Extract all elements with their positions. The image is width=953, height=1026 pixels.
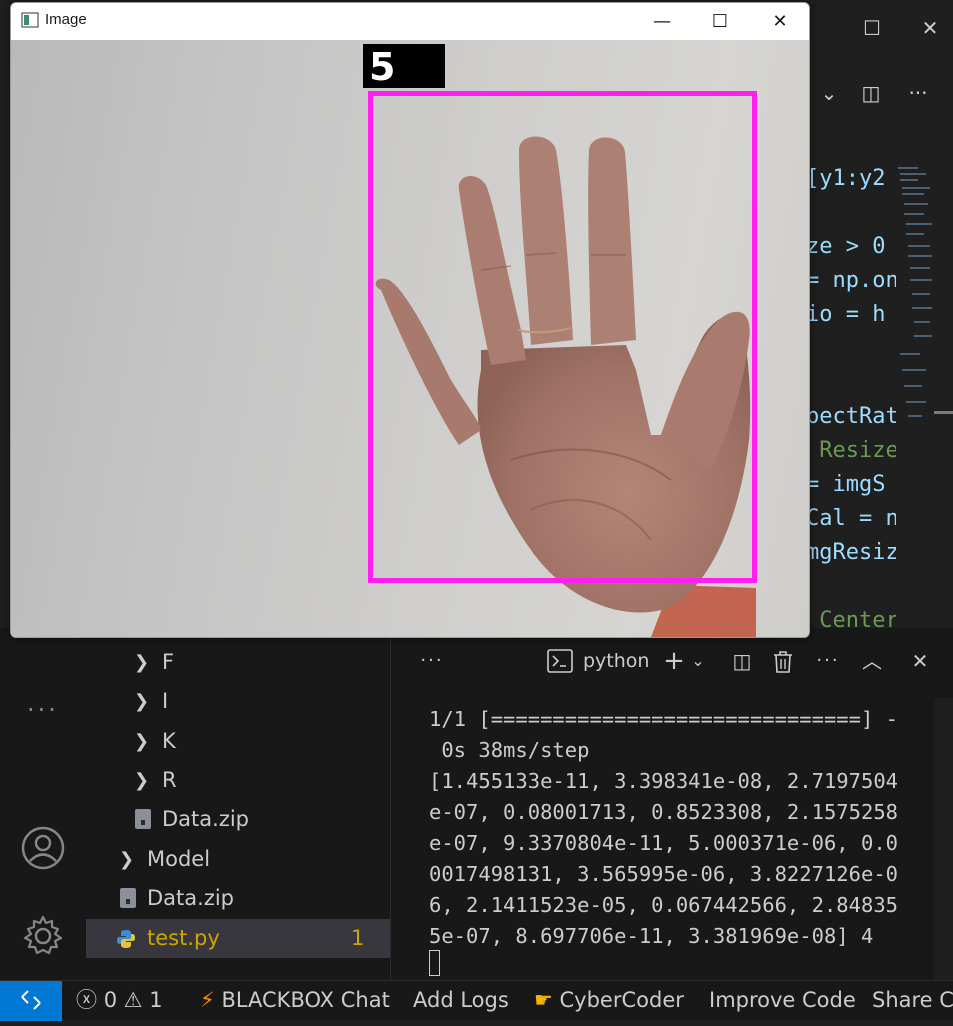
code-line: = imgS	[806, 472, 886, 497]
status-bar: ⓧ 0 ⚠ 1 ⚡ BLACKBOX Chat Add Logs ☛ Cyber…	[0, 980, 953, 1021]
code-line: ze > 0	[806, 234, 886, 259]
tree-item-label: test.py	[147, 926, 220, 950]
tree-item-label: K	[162, 729, 176, 753]
code-line: [y1:y2	[806, 166, 886, 191]
code-lines: [y1:y2 ze > 0 = np.on io = h pectRat Res…	[806, 150, 896, 628]
maximize-button[interactable]: ☐	[691, 3, 749, 40]
code-line: Resize	[806, 438, 896, 463]
terminal-line: 5e-07, 8.697706e-11, 3.381969e-08] 4	[429, 924, 874, 948]
error-icon: ⓧ	[76, 988, 97, 1012]
gear-icon[interactable]	[21, 914, 65, 958]
chevron-right-icon: ❯	[134, 652, 150, 673]
terminal-line: e-07, 0.08001713, 0.8523308, 2.1575258	[429, 800, 898, 824]
problem-count-badge: 1	[351, 926, 365, 950]
chevron-down-icon[interactable]: ⌄	[814, 76, 844, 110]
hand-bounding-box	[368, 91, 757, 583]
lightning-icon: ⚡	[200, 988, 215, 1012]
more-icon[interactable]: ···	[0, 696, 86, 724]
terminal-cursor	[429, 950, 440, 976]
tree-folder-k[interactable]: ❯ K	[86, 722, 390, 761]
tree-folder-model[interactable]: ❯ Model	[86, 840, 390, 879]
warning-count: 1	[149, 988, 163, 1012]
code-line: Cal = n	[806, 506, 896, 531]
pointing-hand-icon: ☛	[534, 988, 553, 1012]
add-terminal-icon[interactable]: +	[659, 642, 689, 680]
prediction-label: 5	[363, 44, 445, 89]
explorer-panel: ❯ F ❯ I ❯ K ❯ R Data.zip ❯ Model Data.zi…	[86, 628, 390, 980]
problems-status[interactable]: ⓧ 0 ⚠ 1	[76, 981, 163, 1021]
tree-item-label: F	[162, 650, 175, 674]
python-icon	[117, 930, 135, 948]
blackbox-chat-button[interactable]: ⚡ BLACKBOX Chat	[200, 981, 390, 1021]
tree-item-label: Data.zip	[147, 886, 235, 910]
terminal-line: 6, 2.1411523e-05, 0.067442566, 2.84835	[429, 893, 898, 917]
tree-folder-i[interactable]: ❯ I	[86, 682, 390, 721]
zip-file-icon	[135, 809, 151, 829]
minimap[interactable]	[896, 163, 934, 423]
close-panel-icon[interactable]: ✕	[905, 642, 935, 680]
tree-item-label: Data.zip	[162, 807, 250, 831]
remote-icon	[21, 990, 41, 1010]
terminal-line: e-07, 9.3370804e-11, 5.000371e-06, 0.0	[429, 831, 898, 855]
add-logs-button[interactable]: Add Logs	[413, 981, 509, 1021]
zip-file-icon	[120, 888, 136, 908]
image-window-title: Image	[45, 11, 87, 28]
cybercoder-label: CyberCoder	[559, 988, 684, 1012]
terminal-line: [1.455133e-11, 3.398341e-08, 2.7197504	[429, 769, 898, 793]
editor-scrollbar[interactable]	[934, 163, 953, 628]
tree-item-label: R	[162, 768, 177, 792]
code-line: io = h	[806, 302, 886, 327]
vscode-maximize-button[interactable]: ☐	[852, 16, 892, 40]
editor-toolbar: ⌄ ◫ ···	[806, 76, 953, 116]
terminal-scrollbar[interactable]	[934, 698, 953, 980]
tree-folder-f[interactable]: ❯ F	[86, 643, 390, 682]
terminal-line: 0017498131, 3.565995e-06, 3.8227126e-0	[429, 862, 898, 886]
tree-folder-r[interactable]: ❯ R	[86, 761, 390, 800]
terminal-output[interactable]: 1/1 [==============================] - 0…	[429, 704, 929, 952]
tree-file-data-zip[interactable]: Data.zip	[86, 800, 390, 839]
split-terminal-icon[interactable]: ◫	[727, 642, 757, 680]
code-line: Center	[806, 608, 896, 628]
image-window-titlebar[interactable]: Image — ☐ ✕	[11, 3, 809, 40]
more-icon[interactable]: ···	[417, 642, 447, 680]
chevron-down-icon[interactable]: ⌄	[687, 642, 709, 680]
terminal-shell-label[interactable]: python	[583, 642, 649, 680]
terminal-line: 0s 38ms/step	[429, 738, 590, 762]
improve-code-button[interactable]: Improve Code	[709, 981, 856, 1021]
more-actions-icon[interactable]: ···	[813, 642, 843, 680]
blackbox-label: BLACKBOX Chat	[221, 988, 390, 1012]
chevron-right-icon: ❯	[134, 770, 150, 791]
split-editor-icon[interactable]: ◫	[856, 76, 886, 110]
close-button[interactable]: ✕	[751, 3, 809, 40]
minimize-button[interactable]: —	[633, 3, 691, 40]
terminal-panel: ··· python + ⌄ ◫ ··· ︿ ✕ 1/1 [==========…	[390, 628, 953, 980]
account-icon[interactable]	[21, 826, 65, 870]
terminal-icon	[547, 649, 573, 673]
maximize-panel-icon[interactable]: ︿	[857, 642, 887, 680]
tree-item-label: I	[162, 689, 169, 713]
cybercoder-button[interactable]: ☛ CyberCoder	[534, 981, 684, 1021]
chevron-right-icon: ❯	[134, 731, 150, 752]
tree-file-data-zip[interactable]: Data.zip	[86, 879, 390, 918]
tree-item-label: Model	[147, 847, 211, 871]
warning-icon: ⚠	[123, 988, 143, 1012]
terminal-header: ··· python + ⌄ ◫ ··· ︿ ✕	[391, 642, 953, 680]
share-code-button[interactable]: Share Co	[872, 981, 953, 1021]
error-count: 0	[103, 988, 118, 1012]
chevron-right-icon: ❯	[119, 849, 135, 870]
more-actions-icon[interactable]: ···	[903, 76, 933, 110]
terminal-line: 1/1 [==============================] -	[429, 707, 898, 731]
code-line: pectRat	[806, 404, 896, 429]
code-line: = np.on	[806, 268, 896, 293]
app-icon	[21, 12, 39, 28]
trash-icon[interactable]	[772, 650, 794, 674]
vscode-close-button[interactable]: ✕	[910, 16, 950, 40]
activity-bar: ···	[0, 628, 86, 980]
code-line: mgResiz	[806, 540, 896, 565]
image-window[interactable]: Image — ☐ ✕ 5	[10, 2, 810, 638]
tree-file-test-py[interactable]: test.py 1	[86, 919, 390, 958]
remote-indicator-button[interactable]	[0, 981, 62, 1021]
chevron-right-icon: ❯	[134, 691, 150, 712]
